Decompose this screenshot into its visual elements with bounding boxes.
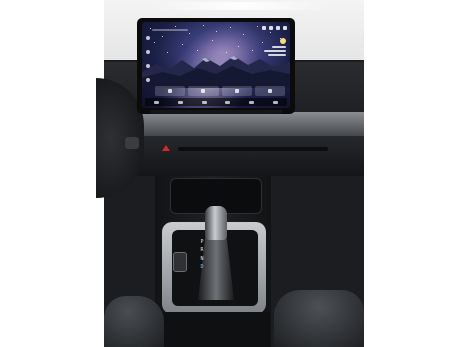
quick-tiles bbox=[155, 86, 285, 96]
driver-seat bbox=[104, 296, 164, 347]
status-icon bbox=[283, 26, 287, 30]
air-vent bbox=[178, 147, 328, 151]
passenger-seat bbox=[274, 290, 364, 347]
console-bottom bbox=[160, 312, 270, 347]
climate-icon[interactable] bbox=[225, 100, 231, 104]
screen-side-rail bbox=[145, 36, 151, 82]
tile-icon bbox=[201, 89, 206, 93]
quick-tile[interactable] bbox=[221, 86, 252, 96]
rail-icon[interactable] bbox=[146, 50, 150, 54]
climate-icon[interactable] bbox=[201, 100, 207, 104]
gear-lever bbox=[205, 206, 227, 240]
quick-tile[interactable] bbox=[155, 86, 186, 96]
widget-line bbox=[268, 54, 286, 56]
rail-icon[interactable] bbox=[146, 64, 150, 68]
rail-icon[interactable] bbox=[146, 36, 150, 40]
gear-indicator: PRND bbox=[196, 240, 208, 270]
gear-position: P bbox=[200, 239, 204, 245]
screen-status-bar bbox=[145, 24, 287, 32]
tile-icon bbox=[267, 89, 272, 93]
climate-icon[interactable] bbox=[272, 100, 278, 104]
widget-line bbox=[264, 50, 286, 52]
widget-line bbox=[272, 46, 286, 48]
weather-icon bbox=[280, 38, 286, 44]
gear-position: D bbox=[200, 263, 204, 270]
dashboard-trim bbox=[118, 112, 364, 138]
quick-tile[interactable] bbox=[254, 86, 285, 96]
park-button bbox=[173, 252, 187, 272]
weather-widget[interactable] bbox=[258, 38, 286, 60]
car-interior-photo: PRND bbox=[0, 0, 476, 347]
headlight-knob bbox=[125, 137, 139, 149]
gear-position: R bbox=[200, 247, 204, 254]
rail-icon[interactable] bbox=[146, 78, 150, 82]
climate-bar bbox=[145, 98, 287, 106]
tile-icon bbox=[168, 89, 173, 93]
climate-icon[interactable] bbox=[154, 100, 160, 104]
ceiling-light bbox=[150, 2, 330, 10]
climate-icon[interactable] bbox=[177, 100, 183, 104]
status-icon bbox=[269, 26, 273, 30]
screen-chin bbox=[150, 110, 282, 114]
status-icon bbox=[262, 26, 266, 30]
climate-icon[interactable] bbox=[248, 100, 254, 104]
status-icon bbox=[276, 26, 280, 30]
quick-tile[interactable] bbox=[188, 86, 219, 96]
tile-icon bbox=[234, 89, 239, 93]
gear-position: N bbox=[200, 255, 204, 262]
